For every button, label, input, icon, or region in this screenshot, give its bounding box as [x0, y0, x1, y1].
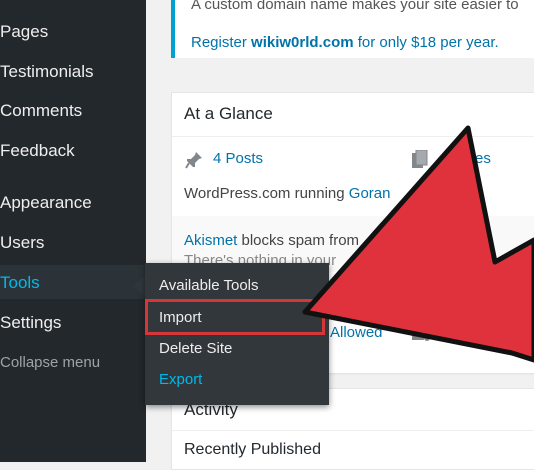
pages-icon	[412, 150, 428, 168]
sidebar-item-testimonials[interactable]: Testimonials	[0, 62, 94, 82]
sidebar-item-pages[interactable]: Pages	[0, 22, 48, 42]
storage-used-text: 30.34 MB (1%	[439, 324, 534, 341]
akismet-text: Akismet blocks spam from	[184, 232, 360, 249]
collapse-menu-button[interactable]: Collapse menu	[0, 353, 100, 373]
posts-count-link[interactable]: 4 Posts	[213, 150, 263, 167]
sidebar-item-settings[interactable]: Settings	[0, 313, 61, 333]
activity-divider	[172, 430, 534, 431]
recently-published-label: Recently Published	[184, 441, 321, 458]
flyout-pointer	[134, 275, 145, 297]
register-domain-link[interactable]: Register wikiw0rld.com for only $18 per …	[191, 34, 499, 51]
at-a-glance-title: At a Glance	[184, 104, 273, 123]
running-text: WordPress.com running Goran	[184, 185, 391, 202]
akismet-link[interactable]: Akismet	[184, 232, 237, 249]
pushpin-icon	[185, 152, 202, 169]
card-divider	[172, 136, 534, 137]
submenu-delete-site[interactable]: Delete Site	[159, 340, 232, 357]
submenu-export[interactable]: Export	[159, 371, 202, 388]
import-highlight-box	[145, 299, 325, 335]
theme-link[interactable]: Goran	[349, 185, 391, 202]
sidebar-item-users[interactable]: Users	[0, 233, 44, 253]
pages-count-link[interactable]: es	[475, 150, 491, 167]
notice-text: A custom domain name makes your site eas…	[191, 0, 519, 13]
submenu-available-tools[interactable]: Available Tools	[159, 277, 259, 294]
sidebar-item-appearance[interactable]: Appearance	[0, 193, 92, 213]
allowed-link[interactable]: Allowed	[330, 324, 383, 341]
sidebar-item-feedback[interactable]: Feedback	[0, 141, 75, 161]
domain-notice: A custom domain name makes your site eas…	[171, 0, 534, 58]
sidebar-item-comments[interactable]: Comments	[0, 101, 82, 121]
sidebar-item-tools[interactable]: Tools	[0, 273, 40, 293]
media-storage-icon	[412, 326, 431, 341]
